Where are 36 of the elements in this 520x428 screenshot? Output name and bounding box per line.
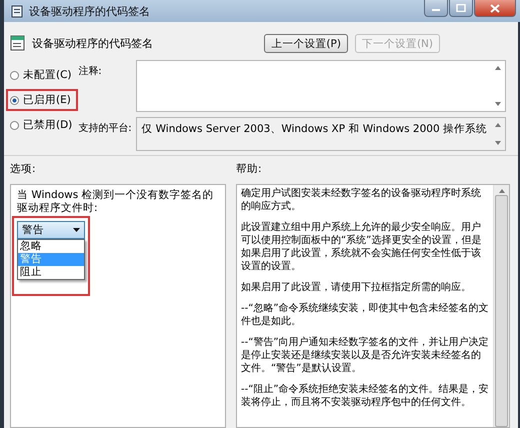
help-paragraph: 如果启用了此设置，请使用下拉框指定所需的响应。 <box>241 281 472 294</box>
help-paragraph: --“阻止”命令系统拒绝安装未经签名的文件。结果是，安装将停止，而且将不安装驱动程序包中的任何文件。 <box>241 383 489 409</box>
dropdown-option[interactable]: 忽略 <box>18 240 84 253</box>
platform-field: 仅 Windows Server 2003、Windows XP 和 Windows 2000 操作系统 <box>136 117 506 151</box>
help-paragraph: --“忽略”命令系统继续安装，即使其中包含未经签名的文件也是如此。 <box>241 302 489 328</box>
help-paragraph: 确定用户试图安装未经数字签名的设备驱动程序时系统的响应方式。 <box>241 187 482 213</box>
options-prompt: 当 Windows 检测到一个没有数字签名的驱动程序文件时: <box>17 189 215 215</box>
platform-label: 支持的平台: <box>78 122 133 136</box>
close-button[interactable] <box>474 0 516 17</box>
state-radio[interactable]: 已禁用(D) <box>6 114 78 136</box>
state-radio[interactable]: 已启用(E) <box>6 89 78 111</box>
comment-field[interactable] <box>136 60 506 112</box>
state-radio[interactable]: 未配置(C) <box>6 64 78 86</box>
help-paragraph: --“警告”向用户通知未经数字签名的文件，并让用户决定是停止安装还是继续安装以及是否允许安装未经签名的文件。“警告”是默认设置。 <box>241 336 489 375</box>
help-paragraph: 此设置建立组中用户系统上允许的最少安全响应。用户可以使用控制面板中的“系统”选择更安全的设置，但是如果启用了此设置，系统就不会实施任何安全性低于该设置的设置。 <box>241 221 482 273</box>
comment-label: 注释: <box>78 64 103 79</box>
response-dropdown[interactable]: 警告 <box>17 221 85 239</box>
scroll-down-icon <box>495 141 501 145</box>
maximize-button[interactable] <box>449 0 473 17</box>
scroll-down-icon <box>495 102 501 106</box>
dropdown-option[interactable]: 阻止 <box>18 266 84 279</box>
close-icon <box>490 4 500 12</box>
scroll-up-icon <box>495 123 501 127</box>
window-title: 设备驱动程序的代码签名 <box>29 4 150 18</box>
help-label: 帮助: <box>236 162 263 177</box>
scrollbar[interactable] <box>493 185 509 427</box>
minimize-button[interactable] <box>424 0 448 17</box>
options-label: 选项: <box>10 162 37 177</box>
scroll-up-icon <box>495 66 501 70</box>
scroll-up-icon <box>498 189 504 193</box>
maximize-icon <box>456 4 466 12</box>
policy-icon <box>10 35 26 51</box>
dropdown-caret-icon <box>73 228 80 232</box>
previous-setting-button[interactable]: 上一个设置(P) <box>264 34 348 52</box>
setting-title: 设备驱动程序的代码签名 <box>32 36 153 50</box>
policy-icon <box>10 4 24 18</box>
